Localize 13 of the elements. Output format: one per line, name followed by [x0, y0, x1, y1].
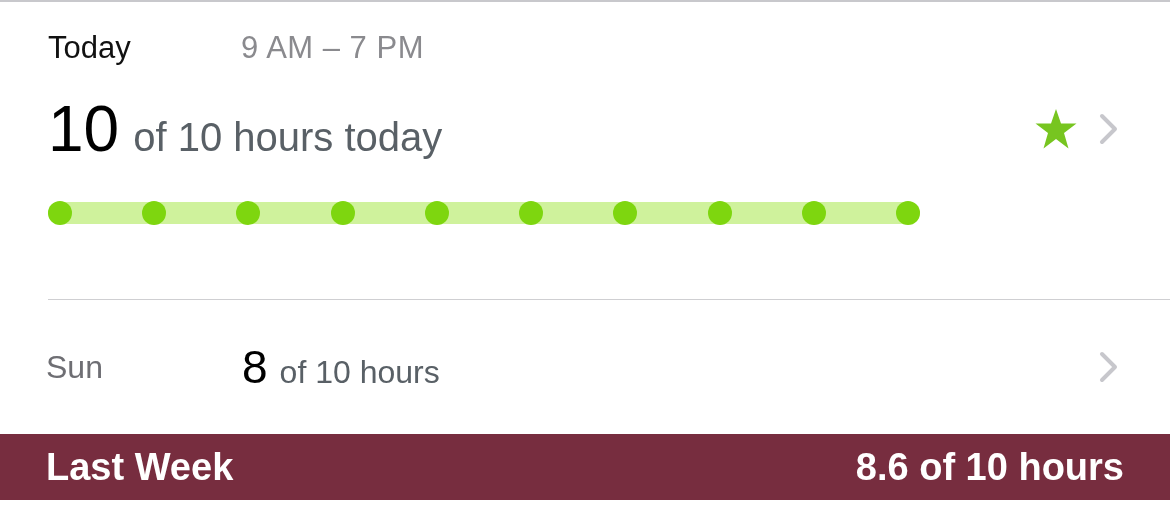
day-row[interactable]: Sun 8 of 10 hours: [0, 300, 1170, 434]
hours-summary: of 10 hours: [279, 354, 440, 391]
hour-count: 10: [48, 92, 120, 166]
hours-summary: of 10 hours today: [133, 115, 443, 160]
today-row[interactable]: Today 9 AM – 7 PM 10 of 10 hours today: [0, 2, 1170, 270]
day-label: Sun: [46, 348, 104, 386]
day-label: Today: [48, 30, 132, 66]
week-label: Last Week: [46, 445, 234, 489]
hour-count: 8: [242, 340, 268, 394]
chevron-right-icon: [1098, 112, 1120, 146]
chevron-right-icon: [1098, 350, 1120, 384]
week-average: 8.6 of 10 hours: [855, 445, 1124, 489]
time-range: 9 AM – 7 PM: [241, 30, 424, 66]
